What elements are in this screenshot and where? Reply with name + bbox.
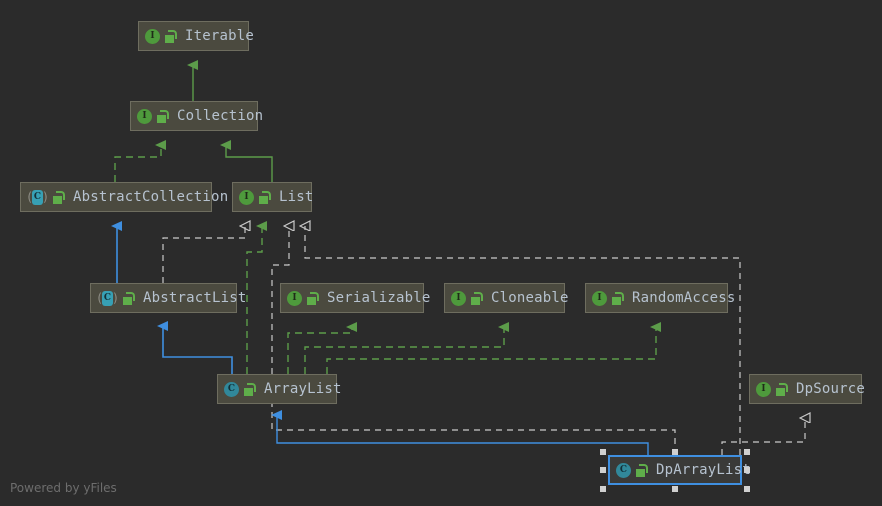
edge-abstractcollection-collection <box>114 140 166 182</box>
edge-arraylist-serializable <box>287 322 357 374</box>
edge-layer <box>111 60 882 455</box>
node-label: Cloneable <box>491 290 569 306</box>
lock-icon <box>244 382 256 396</box>
node-label: AbstractCollection <box>73 189 229 205</box>
node-collection[interactable]: I Collection <box>130 101 263 131</box>
lock-icon <box>157 109 169 123</box>
node-icons-arraylist: C <box>224 381 256 397</box>
node-cloneable[interactable]: I Cloneable <box>444 283 568 313</box>
node-icons-cloneable: I <box>451 290 483 306</box>
class-icon: C <box>224 381 239 397</box>
node-label: DpSource <box>796 381 866 397</box>
interface-icon: I <box>239 189 254 205</box>
lock-icon <box>612 291 624 305</box>
interface-icon: I <box>137 108 152 124</box>
node-icons-randomaccess: I <box>592 290 624 306</box>
node-dparraylist[interactable]: C DpArrayList <box>608 455 751 485</box>
selection-handle-s[interactable] <box>672 486 678 492</box>
edge-dparraylist-list-a <box>271 226 676 455</box>
node-label: Iterable <box>185 28 255 44</box>
node-list[interactable]: I List <box>232 182 314 212</box>
edge-dparraylist-dpsource <box>721 418 805 455</box>
edge-list-collection <box>220 140 273 182</box>
node-dpsource[interactable]: I DpSource <box>749 374 866 404</box>
node-randomaccess[interactable]: I RandomAccess <box>585 283 735 313</box>
node-icons-dparraylist: C <box>616 462 648 478</box>
lock-icon <box>471 291 483 305</box>
node-icons-collection: I <box>137 108 169 124</box>
node-icons-iterable: I <box>145 28 177 44</box>
node-label: List <box>279 189 314 205</box>
node-iterable[interactable]: I Iterable <box>138 21 254 51</box>
lock-icon <box>776 382 788 396</box>
node-serializable[interactable]: I Serializable <box>280 283 430 313</box>
edge-arraylist-list <box>246 221 267 374</box>
node-icons-abstractcollection: (C) <box>27 189 65 205</box>
yfiles-watermark: Powered by yFiles <box>10 481 117 495</box>
selection-handle-sw[interactable] <box>600 486 606 492</box>
interface-icon: I <box>451 290 466 306</box>
edge-dparraylist-list-b <box>305 226 741 455</box>
selection-handle-nw[interactable] <box>600 449 606 455</box>
interface-icon: I <box>592 290 607 306</box>
node-label: DpArrayList <box>656 462 751 478</box>
edge-arraylist-cloneable <box>304 322 509 374</box>
node-icons-dpsource: I <box>756 381 788 397</box>
lock-icon <box>636 463 648 477</box>
lock-icon <box>53 190 65 204</box>
uml-diagram-canvas[interactable]: I Iterable I Collection (C) AbstractColl… <box>0 0 882 506</box>
node-label: ArrayList <box>264 381 342 397</box>
selection-handle-e[interactable] <box>744 467 750 473</box>
interface-icon: I <box>287 290 302 306</box>
node-icons-list: I <box>239 189 271 205</box>
lock-icon <box>259 190 271 204</box>
node-label: Collection <box>177 108 264 124</box>
interface-icon: I <box>145 28 160 44</box>
selection-handle-n[interactable] <box>672 449 678 455</box>
class-icon: C <box>616 462 631 478</box>
interface-icon: I <box>756 381 771 397</box>
edge-abstractlist-list <box>162 226 245 283</box>
node-label: AbstractList <box>143 290 247 306</box>
node-arraylist[interactable]: C ArrayList <box>217 374 341 404</box>
node-abstractcollection[interactable]: (C) AbstractCollection <box>20 182 228 212</box>
node-abstractlist[interactable]: (C) AbstractList <box>90 283 246 313</box>
edge-dparraylist-arraylist <box>271 410 649 455</box>
selection-handle-w[interactable] <box>600 467 606 473</box>
node-icons-serializable: I <box>287 290 319 306</box>
lock-icon <box>307 291 319 305</box>
lock-icon <box>123 291 135 305</box>
abstract-class-icon: (C) <box>27 189 48 205</box>
selection-handle-ne[interactable] <box>744 449 750 455</box>
node-label: Serializable <box>327 290 431 306</box>
lock-icon <box>165 29 177 43</box>
edge-arraylist-randomaccess <box>326 322 661 374</box>
node-label: RandomAccess <box>632 290 736 306</box>
abstract-class-icon: (C) <box>97 290 118 306</box>
selection-handle-se[interactable] <box>744 486 750 492</box>
edge-arraylist-abstractlist <box>157 321 233 374</box>
node-icons-abstractlist: (C) <box>97 290 135 306</box>
